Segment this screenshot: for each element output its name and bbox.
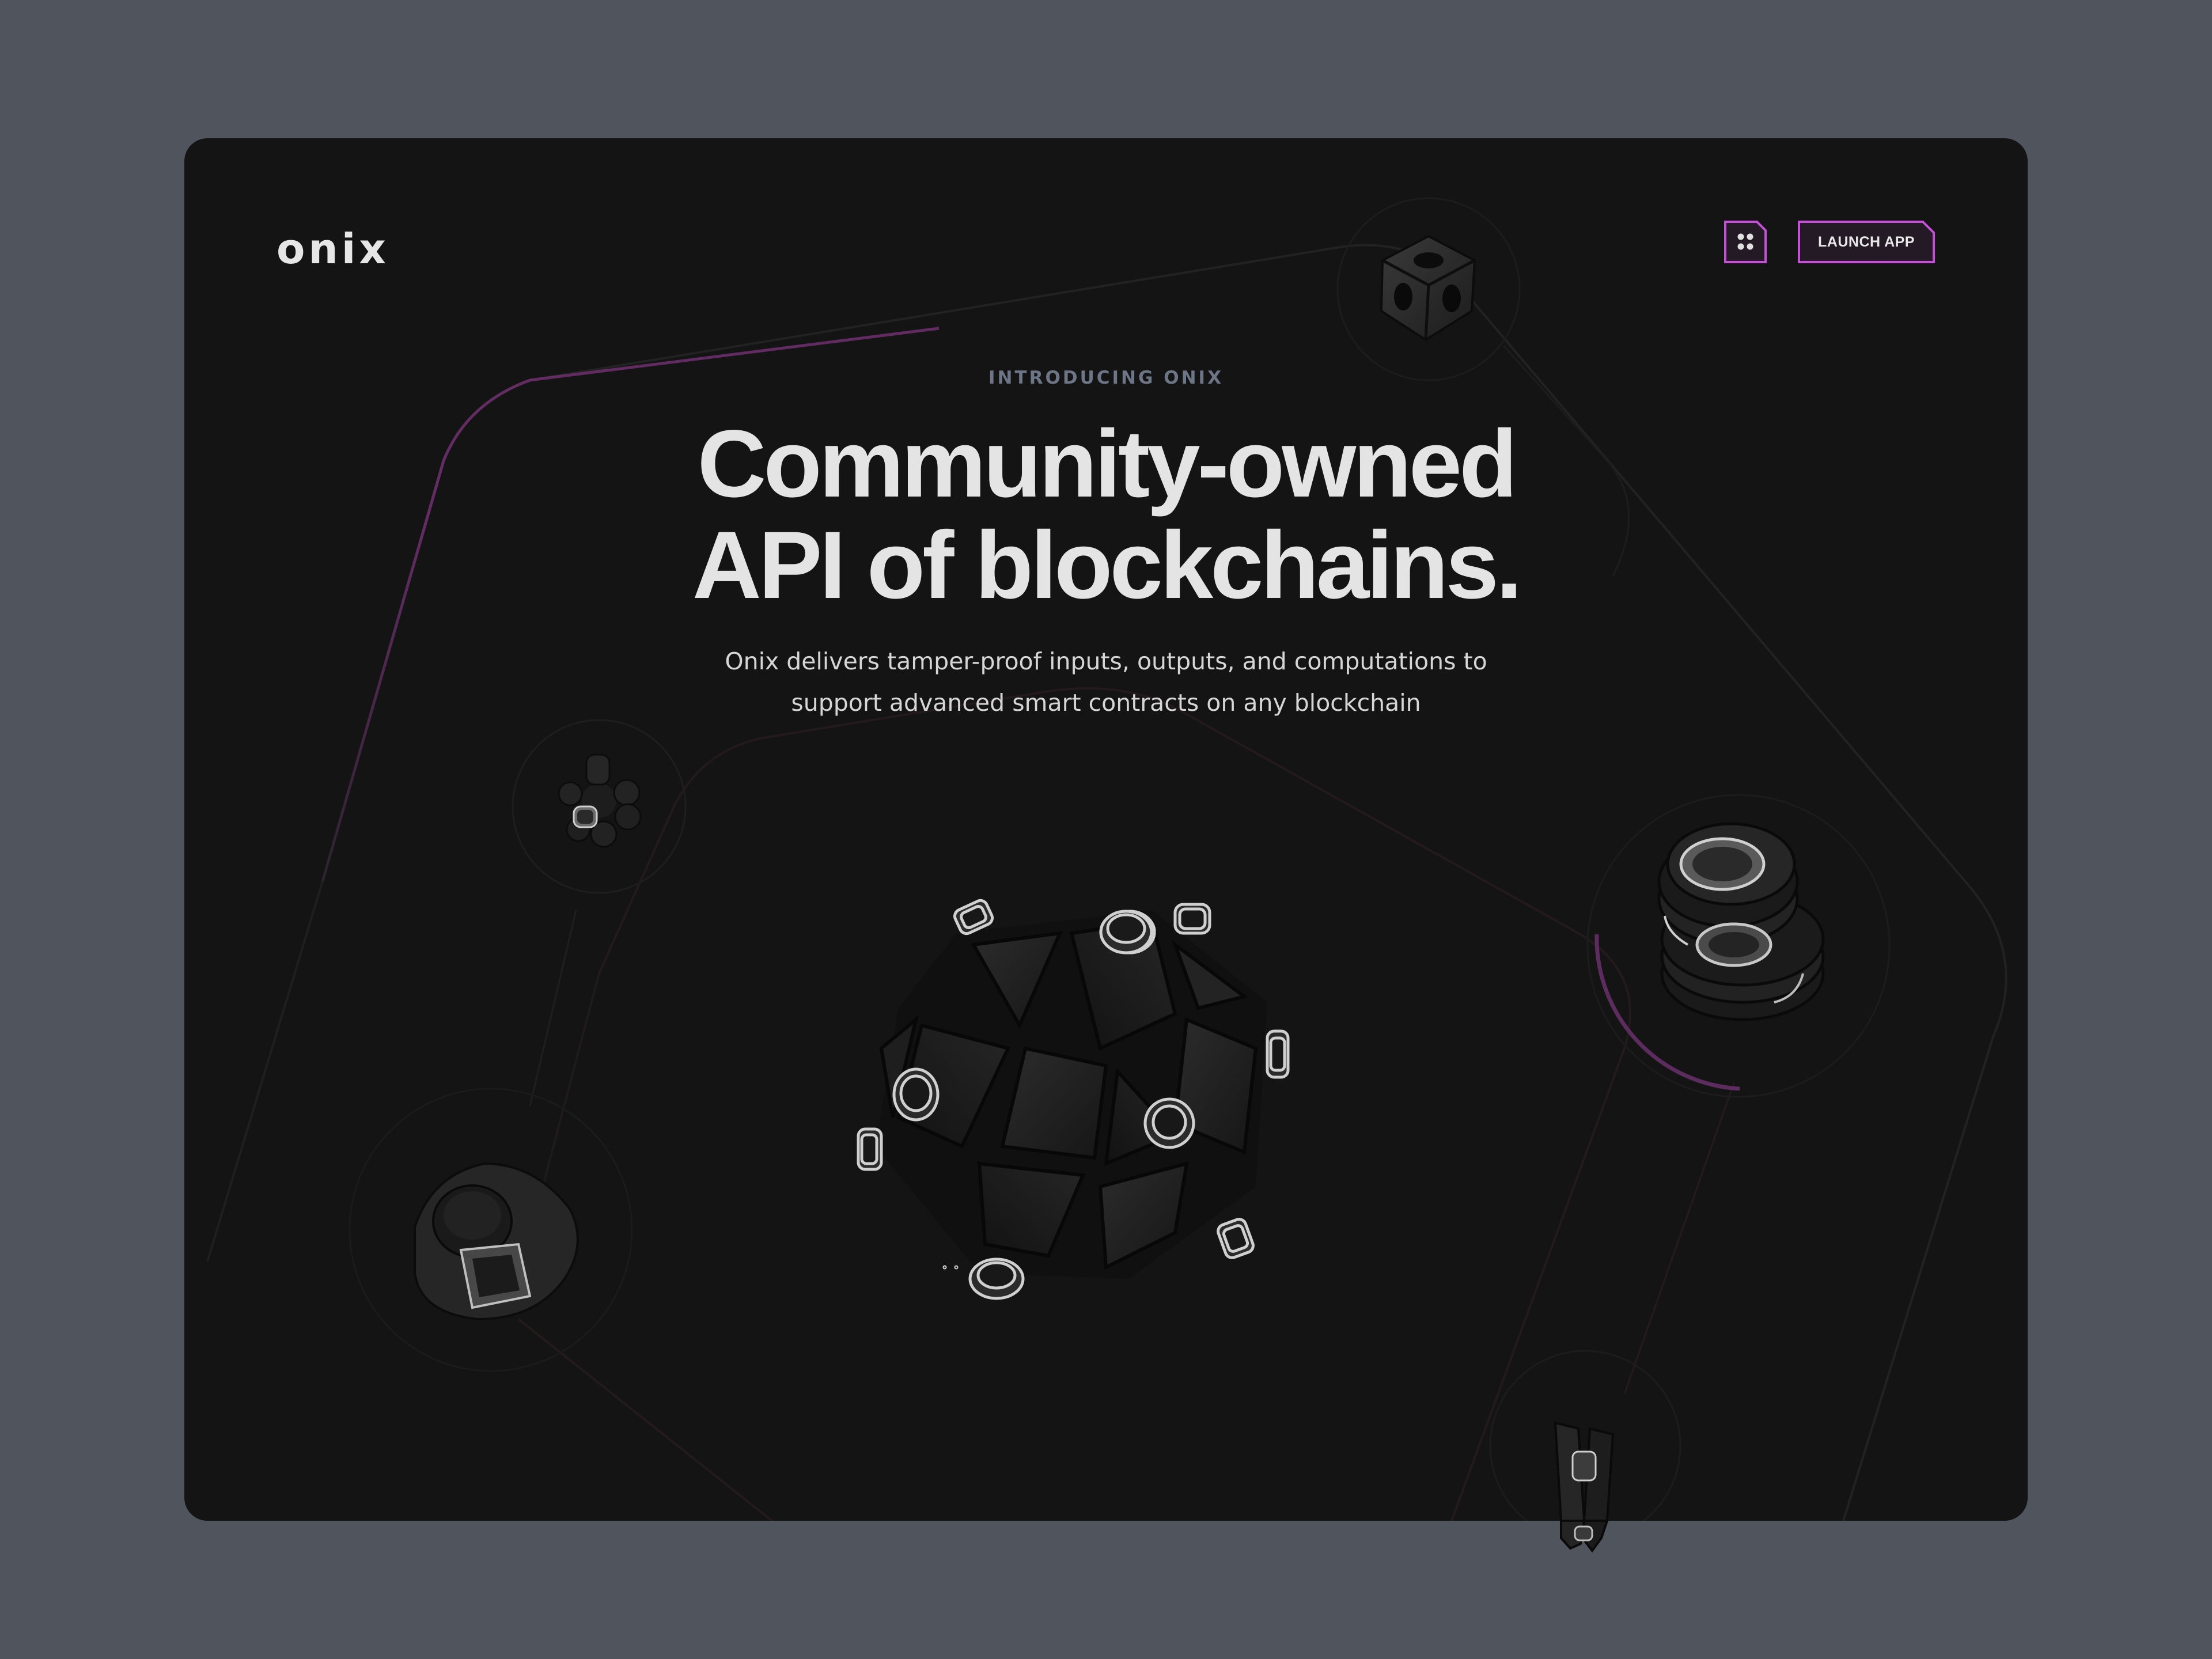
subtitle-line-1: Onix delivers tamper-proof inputs, outpu… bbox=[725, 647, 1487, 675]
grid-dots-icon bbox=[1724, 221, 1767, 263]
clip-object bbox=[1554, 1421, 1615, 1521]
launch-app-label: LAUNCH APP bbox=[1818, 234, 1915, 250]
brand-logo[interactable]: onix bbox=[276, 225, 389, 273]
hero-eyebrow: INTRODUCING ONIX bbox=[988, 368, 1224, 388]
launch-app-button[interactable]: LAUNCH APP bbox=[1797, 220, 1936, 264]
rounded-block-object bbox=[414, 1162, 579, 1321]
headline-line-2: API of blockchains. bbox=[692, 512, 1522, 619]
menu-button[interactable] bbox=[1724, 220, 1767, 264]
headline-line-1: Community-owned bbox=[697, 411, 1518, 517]
icosahedron-studs bbox=[857, 899, 1290, 1300]
subtitle-line-2: support advanced smart contracts on any … bbox=[791, 689, 1421, 717]
cube-object bbox=[1380, 234, 1476, 342]
bead-cluster-object bbox=[558, 753, 642, 848]
clip-object-overflow bbox=[1560, 1521, 1609, 1553]
stacked-rings-object bbox=[1657, 822, 1825, 1021]
hero-subtitle: Onix delivers tamper-proof inputs, outpu… bbox=[184, 641, 2028, 724]
page: onix LAUNCH APP INTRODUCING ONIX Communi… bbox=[0, 0, 2212, 1659]
hero-card: onix LAUNCH APP INTRODUCING ONIX Communi… bbox=[184, 138, 2028, 1521]
hero-headline: Community-owned API of blockchains. bbox=[184, 414, 2028, 616]
